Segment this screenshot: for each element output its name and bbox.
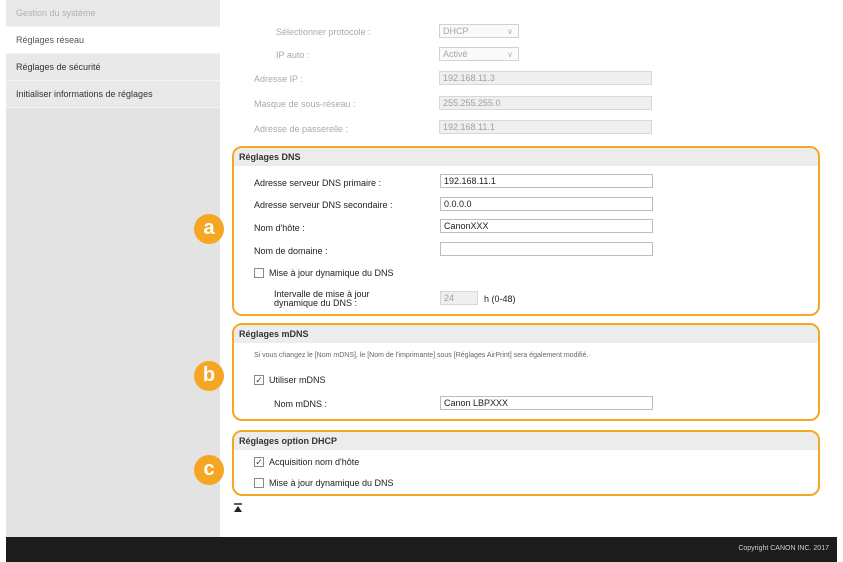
protocol-select-value: DHCP xyxy=(443,26,469,36)
checkmark-icon: ✓ xyxy=(255,457,263,467)
dhcp-option-title: Réglages option DHCP xyxy=(234,432,818,450)
use-mdns-checkbox[interactable]: ✓ xyxy=(254,375,264,385)
primary-dns-label: Adresse serveur DNS primaire : xyxy=(254,178,382,188)
chevron-down-icon: ∨ xyxy=(507,27,513,36)
ip-address-label: Adresse IP : xyxy=(254,74,303,84)
gateway-field[interactable] xyxy=(439,120,652,134)
callout-badge-a: a xyxy=(194,214,224,244)
sidebar-item-security-settings[interactable]: Réglages de sécurité xyxy=(6,54,220,81)
auto-ip-label: IP auto : xyxy=(276,50,310,60)
use-mdns-label: Utiliser mDNS xyxy=(269,375,326,385)
protocol-label: Sélectionner protocole : xyxy=(276,27,371,37)
callout-badge-c: c xyxy=(194,455,224,485)
subnet-mask-field[interactable] xyxy=(439,96,652,110)
mdns-settings-title: Réglages mDNS xyxy=(234,325,818,343)
dns-settings-title: Réglages DNS xyxy=(234,148,818,166)
dhcp-dns-dynamic-update-checkbox[interactable] xyxy=(254,478,264,488)
main-panel: Sélectionner protocole : DHCP ∨ IP auto … xyxy=(194,0,837,537)
dhcp-option-section: Réglages option DHCP ✓ Acquisition nom d… xyxy=(232,430,820,496)
mdns-name-field[interactable] xyxy=(440,396,653,410)
primary-dns-field[interactable] xyxy=(440,174,653,188)
domain-name-label: Nom de domaine : xyxy=(254,246,328,256)
dns-interval-label: Intervalle de mise à jour dynamique du D… xyxy=(274,290,370,308)
callout-badge-b: b xyxy=(194,361,224,391)
hostname-acquisition-checkbox[interactable]: ✓ xyxy=(254,457,264,467)
auto-ip-select[interactable]: Activé ∨ xyxy=(439,47,519,61)
dns-settings-section: Réglages DNS Adresse serveur DNS primair… xyxy=(232,146,820,316)
domain-name-field[interactable] xyxy=(440,242,653,256)
chevron-down-icon: ∨ xyxy=(507,50,513,59)
dns-interval-unit: h (0-48) xyxy=(484,294,516,304)
subnet-mask-label: Masque de sous-réseau : xyxy=(254,99,356,109)
mdns-name-label: Nom mDNS : xyxy=(274,399,328,409)
dns-interval-field[interactable] xyxy=(440,291,478,305)
copyright-text: Copyright CANON INC. 2017 xyxy=(738,545,829,552)
hostname-field[interactable] xyxy=(440,219,653,233)
hostname-label: Nom d'hôte : xyxy=(254,223,305,233)
footer: Copyright CANON INC. 2017 xyxy=(6,537,837,562)
sidebar: Gestion du système Réglages réseau Régla… xyxy=(6,0,220,537)
mdns-settings-section: Réglages mDNS Si vous changez le [Nom mD… xyxy=(232,323,820,421)
dns-dynamic-update-label: Mise à jour dynamique du DNS xyxy=(269,268,394,278)
protocol-select[interactable]: DHCP ∨ xyxy=(439,24,519,38)
mdns-note: Si vous changez le [Nom mDNS], le [Nom d… xyxy=(254,352,589,359)
sidebar-item-network-settings[interactable]: Réglages réseau xyxy=(6,27,220,54)
dhcp-dns-dynamic-update-label: Mise à jour dynamique du DNS xyxy=(269,478,394,488)
scroll-to-top-icon[interactable] xyxy=(233,503,243,513)
secondary-dns-field[interactable] xyxy=(440,197,653,211)
gateway-label: Adresse de passerelle : xyxy=(254,124,349,134)
hostname-acquisition-label: Acquisition nom d'hôte xyxy=(269,457,360,467)
checkmark-icon: ✓ xyxy=(255,375,263,385)
ip-address-field[interactable] xyxy=(439,71,652,85)
dns-interval-label-line2: dynamique du DNS : xyxy=(274,298,358,308)
dns-dynamic-update-checkbox[interactable] xyxy=(254,268,264,278)
sidebar-item-initialize-settings[interactable]: Initialiser informations de réglages xyxy=(6,81,220,108)
sidebar-item-system-management[interactable]: Gestion du système xyxy=(6,0,220,27)
secondary-dns-label: Adresse serveur DNS secondaire : xyxy=(254,200,393,210)
auto-ip-select-value: Activé xyxy=(443,49,468,59)
